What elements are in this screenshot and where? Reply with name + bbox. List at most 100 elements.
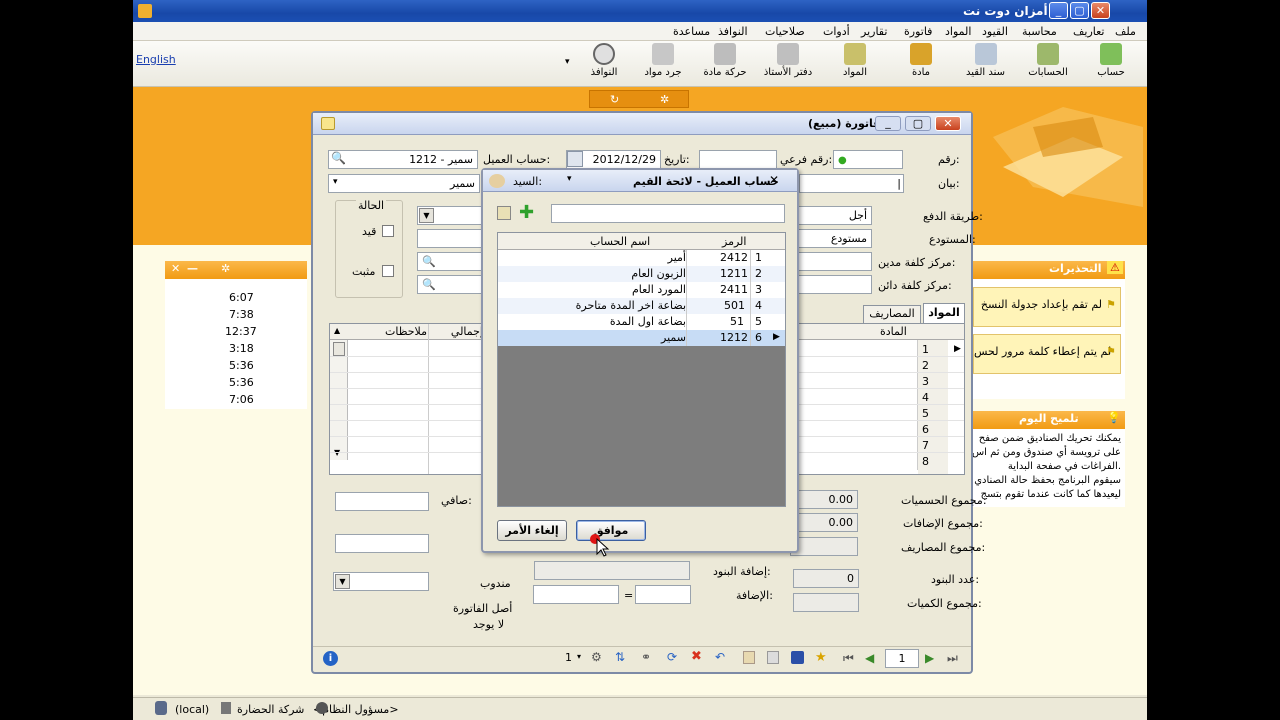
tb-journal-voucher-button[interactable]: سند القيد bbox=[958, 43, 1013, 78]
minimize-icon[interactable]: — bbox=[187, 262, 198, 275]
delete-icon[interactable]: ✖ bbox=[691, 649, 702, 664]
prev-record-icon[interactable]: ◀ bbox=[865, 651, 874, 665]
close-icon[interactable]: ✕ bbox=[763, 172, 785, 188]
maximize-icon[interactable]: ▢ bbox=[1070, 2, 1089, 19]
gear-icon[interactable]: ✲ bbox=[221, 262, 230, 275]
debit-cost-center-search[interactable]: 🔍 bbox=[417, 252, 483, 271]
tb-windows-button[interactable]: النوافذ bbox=[581, 43, 627, 78]
menu-file[interactable]: ملف bbox=[1115, 25, 1136, 38]
english-link[interactable]: English bbox=[136, 53, 176, 66]
close-icon[interactable]: ✕ bbox=[171, 262, 180, 275]
save-icon[interactable] bbox=[791, 651, 804, 664]
tb-ledger-button[interactable]: دفتر الأستاذ bbox=[758, 43, 818, 78]
time-value: 3:18 bbox=[229, 342, 254, 355]
minimize-icon[interactable]: _ bbox=[875, 116, 901, 131]
accounts-grid-header: اسم الحساب الرمز bbox=[498, 233, 785, 250]
menu-invoice[interactable]: فاتورة bbox=[904, 25, 932, 38]
tools-icon[interactable]: ⚙ bbox=[591, 650, 602, 664]
menu-definitions[interactable]: تعاريف bbox=[1073, 25, 1104, 38]
menu-materials[interactable]: المواد bbox=[945, 25, 971, 38]
debit-cost-center-field[interactable] bbox=[793, 252, 872, 271]
warehouse-search[interactable] bbox=[417, 229, 483, 248]
addition-field-a[interactable] bbox=[635, 585, 691, 604]
invoice-original-label: أصل الفاتورة bbox=[453, 602, 513, 615]
toolbar-more-icon[interactable]: ▾ bbox=[565, 57, 570, 67]
items-count-label: عدد البنود: bbox=[931, 573, 980, 586]
customer-account-field[interactable]: 1212 - سمير bbox=[328, 150, 478, 169]
sort-icon[interactable]: ⇅ bbox=[615, 650, 625, 664]
payment-method-field[interactable]: أجل bbox=[793, 206, 872, 225]
statement-label: بيان: bbox=[938, 177, 960, 190]
favorite-icon[interactable]: ★ bbox=[815, 650, 827, 665]
number-field[interactable]: ● bbox=[833, 150, 903, 169]
copy-icon[interactable] bbox=[743, 651, 755, 664]
search-icon[interactable]: 🔍 bbox=[331, 151, 346, 165]
menu-accounting[interactable]: محاسبة bbox=[1022, 25, 1057, 38]
refresh-icon[interactable]: ↻ bbox=[610, 93, 619, 106]
close-icon[interactable]: ✕ bbox=[935, 116, 961, 131]
refresh-icon[interactable]: ⟳ bbox=[667, 650, 677, 664]
clock-icon bbox=[593, 43, 615, 65]
table-row-selected[interactable]: سمير 1212 6 ▶ bbox=[498, 330, 785, 346]
next-record-icon[interactable]: ▶ bbox=[925, 651, 934, 665]
scroll-up-icon[interactable]: ▲ bbox=[334, 326, 340, 335]
addition-field-b[interactable] bbox=[533, 585, 619, 604]
add-icon[interactable]: ✚ bbox=[519, 202, 534, 223]
info-icon[interactable]: i bbox=[323, 651, 338, 666]
tb-materials-button[interactable]: المواد bbox=[833, 43, 877, 78]
last-record-icon[interactable]: ⏭ bbox=[947, 651, 958, 666]
tab-expenses[interactable]: المصاريف bbox=[863, 305, 921, 323]
sub-number-field[interactable] bbox=[699, 150, 777, 169]
close-icon[interactable]: ✕ bbox=[1091, 2, 1110, 19]
tb-material-button[interactable]: مادة bbox=[901, 43, 941, 78]
credit-cost-center-field[interactable] bbox=[793, 275, 872, 294]
menu-reports[interactable]: تقارير bbox=[861, 25, 887, 38]
tb-account-button[interactable]: حساب bbox=[1091, 43, 1131, 78]
warning-icon: ⚠ bbox=[1107, 261, 1123, 274]
tab-materials[interactable]: المواد bbox=[923, 303, 965, 323]
undo-icon[interactable]: ↶ bbox=[715, 650, 725, 664]
paste-icon[interactable] bbox=[767, 651, 779, 664]
statement-field[interactable]: | bbox=[799, 174, 904, 193]
tb-accounts-button[interactable]: الحسابات bbox=[1023, 43, 1073, 78]
chevron-down-icon[interactable]: ▾ bbox=[577, 652, 581, 661]
scroll-thumb[interactable] bbox=[333, 342, 345, 356]
maximize-icon[interactable]: ▢ bbox=[905, 116, 931, 131]
menu-help[interactable]: مساعدة bbox=[673, 25, 710, 38]
posted-checkbox[interactable] bbox=[382, 225, 394, 237]
vertical-scrollbar[interactable]: ▼ bbox=[330, 340, 348, 460]
chevron-down-icon[interactable]: ▾ bbox=[567, 174, 572, 184]
ok-button[interactable]: موافق bbox=[576, 520, 646, 541]
tb-inventory-button[interactable]: جرد مواد bbox=[638, 43, 688, 78]
menu-entries[interactable]: القيود bbox=[982, 25, 1008, 38]
alert-item[interactable]: لم تقم بإعداد جدولة النسخ ⚑ bbox=[973, 287, 1121, 327]
table-row[interactable]: بضاعة اول المدة 51 5 bbox=[498, 314, 785, 330]
menu-tools[interactable]: أدوات bbox=[823, 25, 850, 38]
customer-lookup-dialog: حساب العميل - لائحة القيم السيد: ▾ ✕ ✚ ا… bbox=[481, 168, 799, 553]
link-icon[interactable]: ⚭ bbox=[641, 650, 651, 664]
credit-cost-center-search[interactable]: 🔍 bbox=[417, 275, 483, 294]
edit-icon[interactable] bbox=[497, 206, 511, 220]
calendar-icon[interactable] bbox=[567, 151, 583, 167]
row-number: 5 bbox=[922, 407, 929, 420]
status-dropdown[interactable]: ▼ bbox=[417, 206, 483, 225]
tb-material-movement-button[interactable]: حركة مادة bbox=[699, 43, 751, 78]
page-input[interactable]: 1 bbox=[885, 649, 919, 668]
first-record-icon[interactable]: ⏮ bbox=[843, 651, 854, 666]
table-row[interactable]: أمير 2412 1 bbox=[498, 250, 785, 266]
chevron-down-icon[interactable]: ▾ bbox=[333, 177, 338, 187]
menu-permissions[interactable]: صلاحيات bbox=[765, 25, 805, 38]
warehouse-field[interactable]: مستودع bbox=[793, 229, 872, 248]
alert-item[interactable]: لم يتم إعطاء كلمة مرور لحس ⚑ bbox=[973, 334, 1121, 374]
table-row[interactable]: الزبون العام 1211 2 bbox=[498, 266, 785, 282]
fixed-checkbox[interactable] bbox=[382, 265, 394, 277]
delegate-dropdown[interactable]: ▼ bbox=[333, 572, 429, 591]
gear-icon[interactable]: ✲ bbox=[660, 93, 669, 106]
table-row[interactable]: بضاعة اخر المدة متاحرة 501 4 bbox=[498, 298, 785, 314]
table-row[interactable]: المورد العام 2411 3 bbox=[498, 282, 785, 298]
cancel-button[interactable]: إلغاء الأمر bbox=[497, 520, 567, 541]
minimize-icon[interactable]: _ bbox=[1049, 2, 1068, 19]
statement-customer-field[interactable]: سمير bbox=[328, 174, 480, 193]
menu-windows[interactable]: النوافذ bbox=[718, 25, 748, 38]
dialog-search-field[interactable] bbox=[551, 204, 785, 223]
